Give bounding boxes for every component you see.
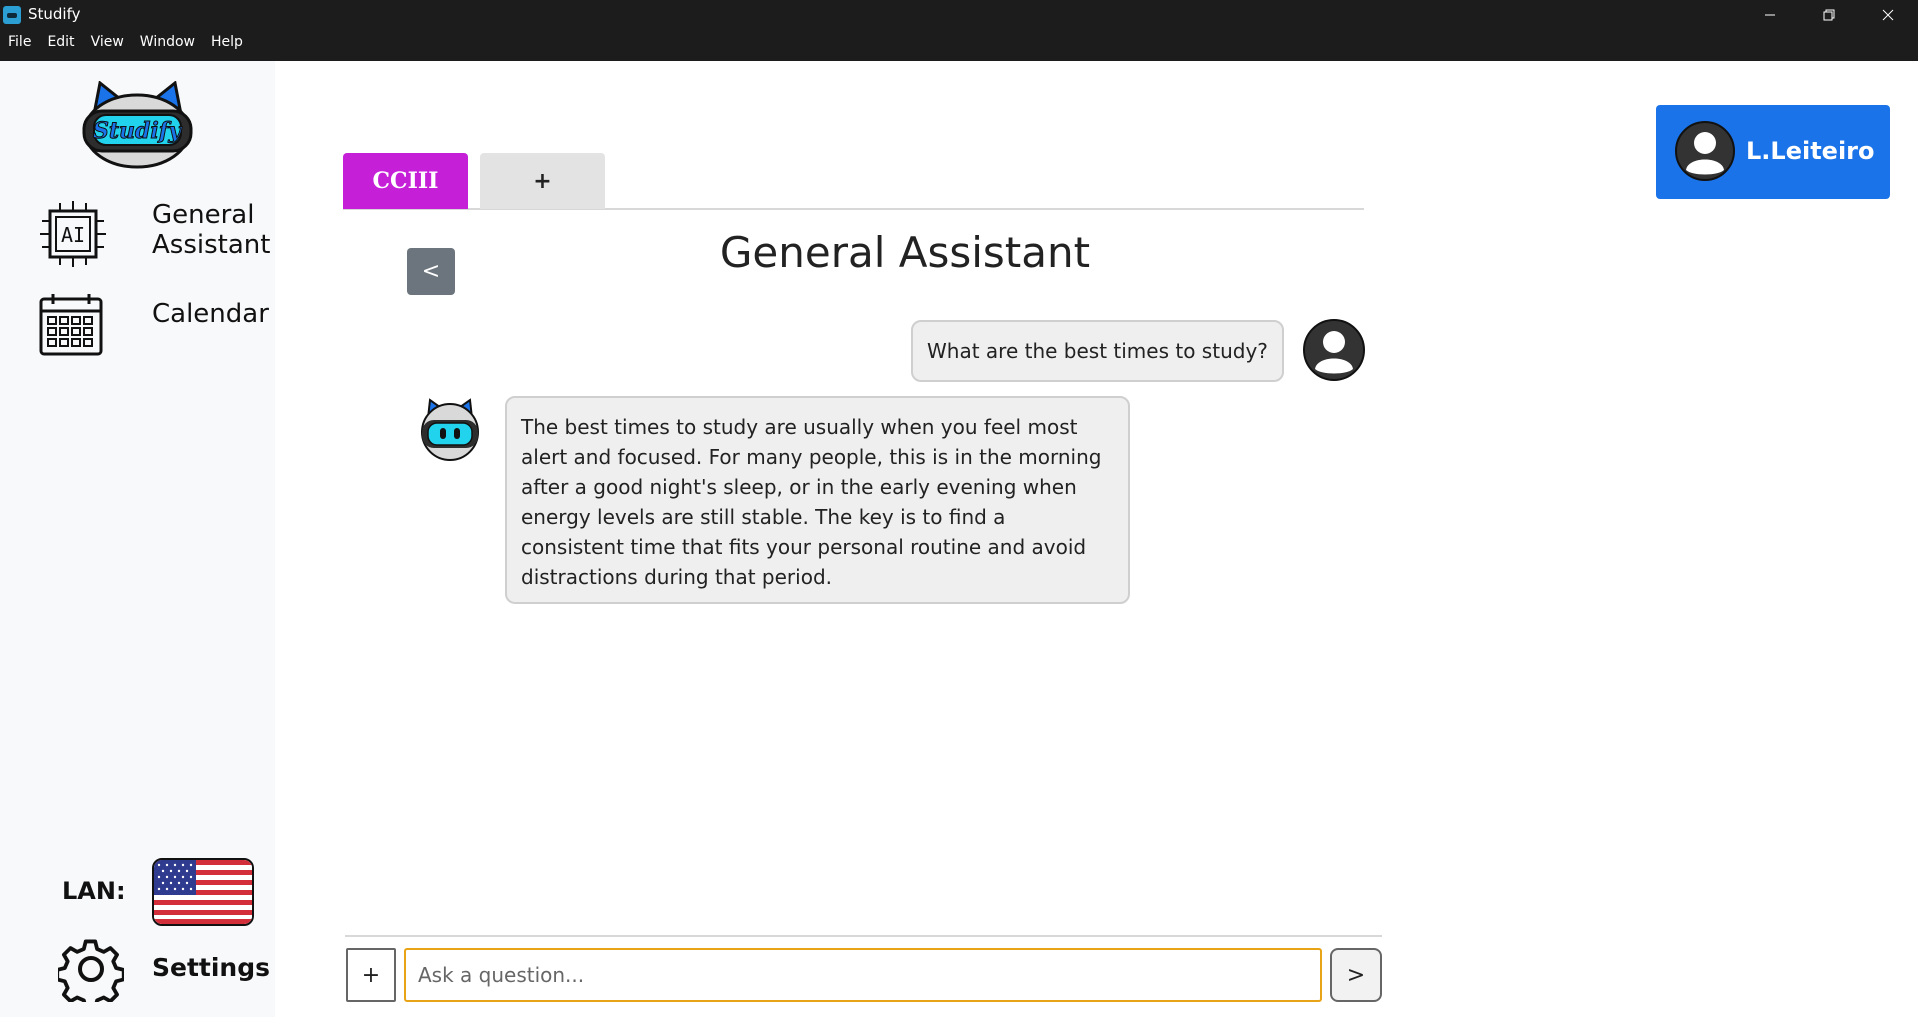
- menu-view[interactable]: View: [83, 34, 132, 50]
- sidebar-item-general-assistant[interactable]: AI General Assistant: [38, 196, 273, 271]
- page-title: General Assistant: [719, 228, 1091, 277]
- svg-text:AI: AI: [61, 223, 85, 247]
- user-message: What are the best times to study?: [911, 320, 1284, 382]
- sidebar-item-label: Calendar: [152, 299, 269, 329]
- input-divider: [345, 935, 1382, 937]
- sidebar-item-calendar[interactable]: Calendar: [38, 289, 273, 359]
- settings-button[interactable]: Settings: [58, 936, 271, 1002]
- gear-icon: [58, 939, 124, 1002]
- window-title: Studify: [28, 5, 81, 23]
- tab-cciii[interactable]: CCIII: [343, 153, 468, 209]
- send-button[interactable]: >: [1330, 948, 1382, 1002]
- restore-icon: [1823, 9, 1835, 21]
- calendar-icon: [39, 294, 103, 356]
- language-selector[interactable]: [152, 858, 254, 926]
- ai-chip-icon: AI: [40, 200, 106, 267]
- menu-bar: File Edit View Window Help: [0, 34, 251, 50]
- user-profile-button[interactable]: L.Leiteiro: [1656, 105, 1890, 199]
- menu-file[interactable]: File: [0, 34, 39, 50]
- title-bar: Studify File Edit View Window Help: [0, 0, 1918, 61]
- menu-window[interactable]: Window: [132, 34, 203, 50]
- language-label: LAN:: [62, 877, 126, 905]
- user-name: L.Leiteiro: [1746, 137, 1875, 165]
- user-avatar-icon: [1675, 121, 1735, 181]
- settings-label: Settings: [152, 953, 271, 982]
- bot-avatar-icon: [421, 398, 479, 461]
- restore-button[interactable]: [1801, 0, 1857, 30]
- minimize-icon: [1765, 14, 1775, 16]
- add-tab-button[interactable]: +: [480, 153, 605, 209]
- app-icon: [3, 6, 21, 24]
- tab-bar: CCIII +: [343, 153, 1364, 210]
- back-button[interactable]: <: [407, 248, 455, 295]
- minimize-button[interactable]: [1742, 0, 1798, 30]
- svg-text:Studify: Studify: [93, 118, 183, 144]
- menu-edit[interactable]: Edit: [39, 34, 82, 50]
- attach-button[interactable]: +: [346, 948, 396, 1002]
- us-flag-icon: [154, 860, 252, 924]
- assistant-message: The best times to study are usually when…: [505, 396, 1130, 604]
- sidebar: Studify AI General Assistant Calendar LA…: [0, 61, 275, 1017]
- studify-logo: Studify: [82, 81, 193, 169]
- sidebar-item-label: General Assistant: [152, 200, 271, 260]
- question-input[interactable]: [404, 948, 1322, 1002]
- user-avatar-icon: [1303, 319, 1365, 381]
- close-button[interactable]: [1860, 0, 1916, 30]
- close-icon: [1882, 9, 1894, 21]
- menu-help[interactable]: Help: [203, 34, 251, 50]
